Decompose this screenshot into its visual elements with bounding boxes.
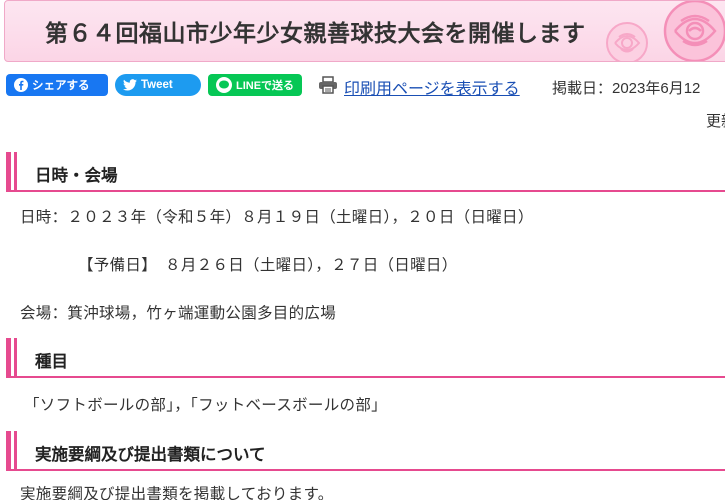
facebook-share-button[interactable]: シェアする: [6, 74, 108, 96]
section-title: 日時・会場: [35, 167, 118, 185]
print-page-link[interactable]: 印刷用ページを表示する: [344, 75, 520, 99]
print-page-link-container: 印刷用ページを表示する: [318, 75, 520, 99]
section-heading-datetime-venue: 日時・会場: [6, 152, 725, 192]
rose-decoration-icon: [606, 22, 648, 61]
twitter-icon: [123, 79, 137, 91]
event-date-text: 日時：２０２３年（令和５年）８月１９日（土曜日），２０日（日曜日）: [20, 209, 534, 226]
twitter-tweet-button[interactable]: Tweet: [115, 74, 201, 96]
post-date: 掲載日：2023年6月12: [552, 80, 701, 97]
page-title-banner: 第６４回福山市少年少女親善球技大会を開催します: [4, 0, 725, 62]
guidelines-text: 実施要綱及び提出書類を掲載しております。: [20, 486, 334, 500]
twitter-tweet-label: Tweet: [141, 79, 173, 91]
heading-accent-bar: [14, 152, 17, 190]
section-title: 実施要綱及び提出書類について: [35, 446, 266, 464]
rose-decoration-icon: [663, 1, 725, 61]
updated-date: 更新: [706, 113, 725, 130]
section-title: 種目: [35, 353, 68, 371]
share-toolbar: シェアする Tweet LINEで送る 印刷用ページを表示する 掲載日：2023…: [6, 74, 725, 98]
heading-accent-bar: [14, 431, 17, 469]
backup-date-text: 【予備日】 ８月２６日（土曜日），２７日（日曜日）: [78, 257, 458, 274]
line-share-label: LINEで送る: [236, 80, 295, 92]
printer-icon: [318, 76, 338, 98]
facebook-share-label: シェアする: [32, 80, 90, 92]
venue-text: 会場：箕沖球場，竹ヶ端運動公園多目的広場: [20, 305, 337, 322]
line-icon: [216, 77, 232, 93]
page-title: 第６４回福山市少年少女親善球技大会を開催します: [45, 21, 586, 47]
facebook-icon: [14, 78, 28, 92]
heading-accent-bar: [14, 338, 17, 376]
line-share-button[interactable]: LINEで送る: [208, 74, 302, 96]
section-heading-guidelines: 実施要綱及び提出書類について: [6, 431, 725, 471]
section-heading-events: 種目: [6, 338, 725, 378]
events-text: 「ソフトボールの部」，「フットベースボールの部」: [24, 397, 387, 414]
